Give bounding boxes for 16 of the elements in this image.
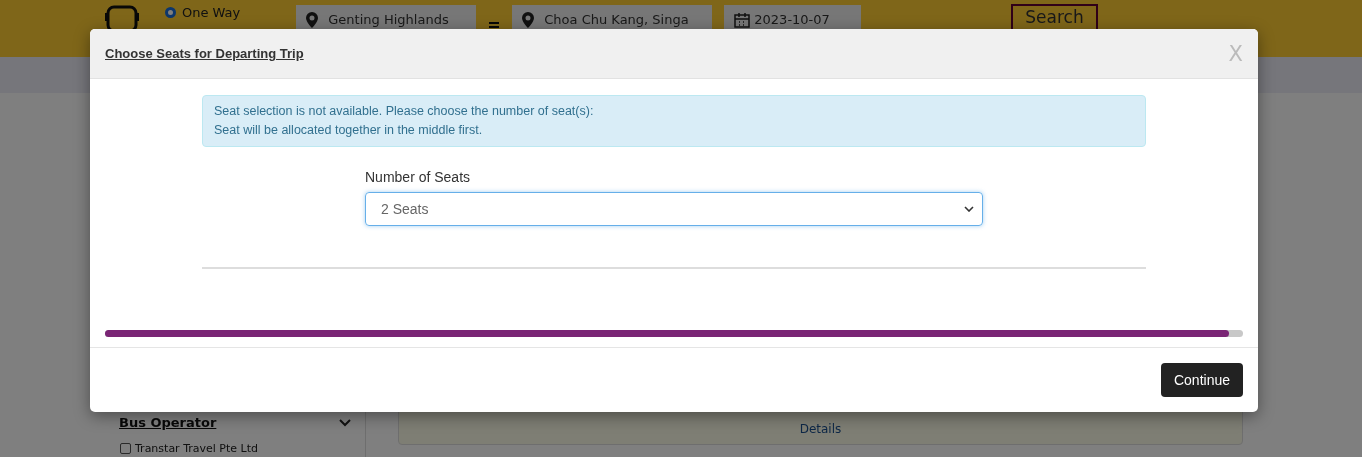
operator-checkbox[interactable]: Transtar Travel Pte Ltd: [120, 442, 351, 455]
field-label: Number of Seats: [365, 169, 472, 185]
location-pin-icon: [306, 12, 319, 28]
swap-icon[interactable]: [488, 20, 501, 30]
continue-button[interactable]: Continue: [1160, 363, 1243, 397]
filter-title[interactable]: Bus Operator: [119, 415, 217, 430]
details-link[interactable]: Details: [799, 422, 842, 436]
location-pin-icon: [522, 12, 535, 28]
caret-icon: [964, 206, 974, 212]
alert-text: Seat selection is not available. Please choose the number of seat(s):: [214, 103, 595, 120]
seats-dropdown[interactable]: 2 Seats: [365, 192, 983, 226]
chevron-down-icon[interactable]: [339, 418, 351, 427]
calendar-icon: [734, 12, 751, 28]
alert-text: Seat will be allocated together in the middle first.: [214, 122, 484, 139]
dialog-title: Choose Seats for Departing Trip: [105, 46, 304, 61]
trip-type-radio[interactable]: One Way: [165, 5, 241, 20]
